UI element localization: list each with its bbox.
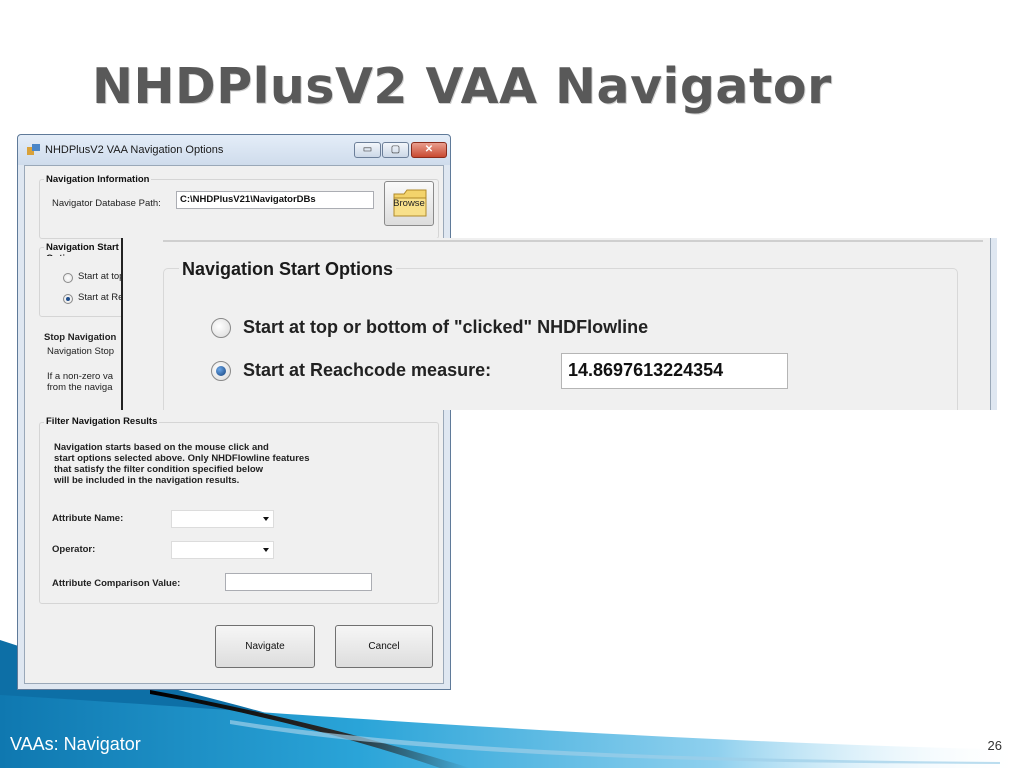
browse-label: Browse (393, 198, 425, 209)
combo-arrow-icon (263, 517, 269, 521)
close-icon: ✕ (424, 144, 434, 155)
stop-navigation-line2: If a non-zero va (47, 371, 114, 382)
navigation-info-group (39, 179, 439, 239)
start-reachcode-radio[interactable] (63, 294, 73, 304)
title-bar[interactable]: NHDPlusV2 VAA Navigation Options ▭ ▢ ✕ (18, 135, 450, 165)
zoom-window-edge (990, 238, 997, 410)
db-path-label: Navigator Database Path: (52, 198, 161, 209)
zoom-reachcode-input[interactable]: 14.8697613224354 (561, 353, 788, 389)
attribute-name-label: Attribute Name: (52, 513, 124, 524)
filter-description-line3: that satisfy the filter condition specif… (54, 464, 264, 475)
zoomed-start-options: Navigation Start Options Start at top or… (121, 238, 997, 410)
filter-title: Filter Navigation Results (44, 416, 160, 427)
start-top-bottom-radio[interactable] (63, 273, 73, 283)
comparison-value-label: Attribute Comparison Value: (52, 578, 181, 589)
navigation-options-dialog: NHDPlusV2 VAA Navigation Options ▭ ▢ ✕ N… (17, 134, 451, 690)
stop-navigation-line1: Navigation Stop (47, 346, 115, 357)
zoom-start-options-title: Navigation Start Options (179, 259, 397, 280)
zoom-divider (163, 240, 983, 242)
operator-select[interactable] (171, 541, 274, 559)
cancel-label: Cancel (368, 641, 400, 652)
zoom-start-reachcode-radio[interactable] (211, 361, 231, 381)
maximize-icon: ▢ (390, 144, 401, 155)
combo-arrow-icon (263, 548, 269, 552)
slide-title: NHDPlusV2 VAA Navigator (92, 58, 832, 115)
operator-label: Operator: (52, 544, 96, 555)
browse-button[interactable]: Browse (384, 181, 434, 226)
navigation-info-title: Navigation Information (44, 174, 152, 185)
stop-navigation-line3: from the naviga (47, 382, 113, 392)
navigate-button[interactable]: Navigate (215, 625, 315, 668)
zoom-start-reachcode-label: Start at Reachcode measure: (243, 360, 492, 380)
close-button[interactable]: ✕ (411, 142, 447, 158)
minimize-icon: ▭ (362, 144, 373, 155)
stop-navigation-title: Stop Navigation (44, 332, 117, 343)
zoom-start-top-bottom-radio[interactable] (211, 318, 231, 338)
attribute-name-select[interactable] (171, 510, 274, 528)
app-icon (27, 144, 40, 155)
minimize-button[interactable]: ▭ (354, 142, 381, 158)
page-number: 26 (987, 738, 1002, 753)
maximize-button[interactable]: ▢ (382, 142, 409, 158)
filter-description-line4: will be included in the navigation resul… (54, 475, 240, 486)
cancel-button[interactable]: Cancel (335, 625, 433, 668)
navigate-label: Navigate (245, 641, 285, 652)
filter-description-line1: Navigation starts based on the mouse cli… (54, 442, 269, 453)
start-top-bottom-label: Start at top or bottom of "clicked" NHDF… (78, 271, 122, 282)
start-options-title: Navigation Start Options (44, 242, 122, 256)
zoom-start-top-bottom-label: Start at top or bottom of "clicked" NHDF… (243, 317, 649, 337)
comparison-value-input[interactable] (225, 573, 372, 591)
db-path-input[interactable]: C:\NHDPlusV21\NavigatorDBs (176, 191, 374, 209)
start-reachcode-label: Start at Reachcode measure: (78, 292, 122, 303)
footer-text: VAAs: Navigator (10, 734, 141, 754)
filter-description-line2: start options selected above. Only NHDFl… (54, 453, 310, 464)
window-title: NHDPlusV2 VAA Navigation Options (45, 144, 224, 156)
